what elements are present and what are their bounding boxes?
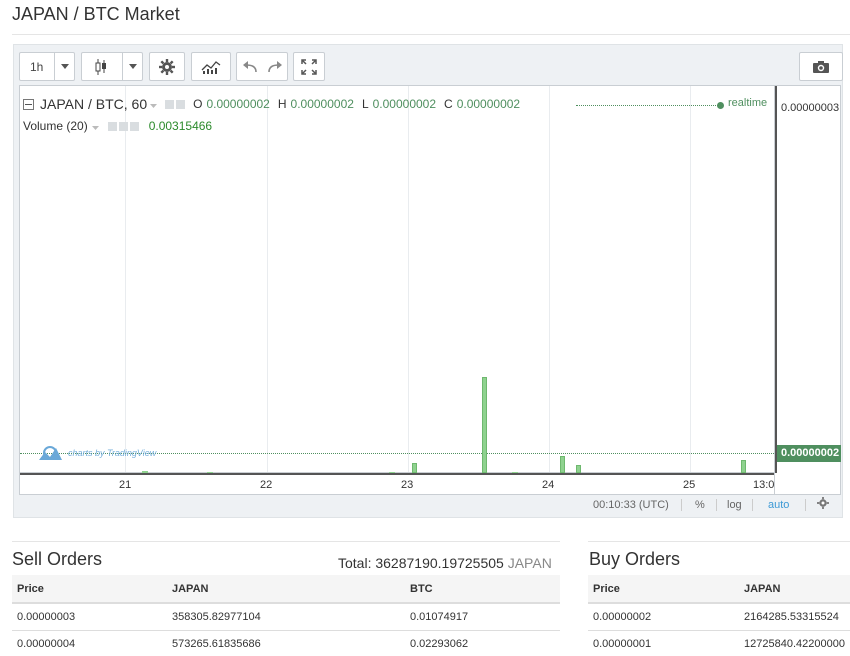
- time-tick-label: 23: [401, 479, 414, 491]
- fullscreen-icon: [301, 58, 317, 75]
- volume-bar: [741, 460, 746, 473]
- sell-orders-title: Sell Orders: [12, 549, 103, 569]
- column-header: Price: [588, 575, 739, 604]
- divider: [12, 34, 850, 35]
- sell-orders-table: Price JAPAN BTC 0.00000003 358305.829771…: [12, 575, 560, 656]
- interval-selector[interactable]: 1h: [19, 52, 75, 81]
- price-cell: 0.00000004: [12, 630, 167, 656]
- table-row[interactable]: 0.00000002 2164285.53315524: [588, 603, 850, 631]
- table-header-row: Price JAPAN: [588, 575, 850, 604]
- time-axis[interactable]: 21 22 23 24 25 13:0: [19, 473, 775, 495]
- price-cell: 0.00000003: [12, 603, 167, 631]
- percent-toggle[interactable]: %: [695, 499, 705, 511]
- redo-icon[interactable]: [267, 60, 283, 73]
- snapshot-button[interactable]: [799, 52, 843, 81]
- volume-bar: [576, 465, 581, 473]
- clock-label: 00:10:33 (UTC): [593, 499, 669, 511]
- table-row[interactable]: 0.00000004 573265.61835686 0.02293062: [12, 630, 560, 656]
- sell-total-value: Total: 36287190.19725505: [338, 555, 504, 571]
- price-cell: 0.00000001: [588, 630, 739, 656]
- fullscreen-button[interactable]: [293, 52, 325, 81]
- indicators-button[interactable]: [191, 52, 231, 81]
- volume-bar: [412, 463, 417, 473]
- column-header: JAPAN: [167, 575, 405, 604]
- table-header-row: Price JAPAN BTC: [12, 575, 560, 604]
- time-tick-label: 25: [683, 479, 696, 491]
- amount-cell: 358305.82977104: [167, 603, 405, 631]
- price-axis-line: [775, 86, 777, 473]
- btc-cell: 0.02293062: [405, 630, 560, 656]
- btc-cell: 0.01074917: [405, 603, 560, 631]
- sell-total-unit: JAPAN: [507, 555, 552, 571]
- volume-bars: [20, 86, 774, 473]
- amount-cell: 573265.61835686: [167, 630, 405, 656]
- buy-orders-table: Price JAPAN 0.00000002 2164285.53315524 …: [588, 575, 850, 656]
- auto-toggle[interactable]: auto: [768, 499, 789, 511]
- time-tick-label: 22: [260, 479, 273, 491]
- gear-icon[interactable]: [817, 497, 829, 512]
- last-price-badge: 0.00000002: [777, 445, 841, 462]
- amount-cell: 12725840.42200000: [739, 630, 850, 656]
- chart-widget: 1h JAPAN / BTC, 60 O 0.00000002 H 0.0000…: [13, 44, 843, 518]
- time-tick-label: 13:0: [753, 479, 775, 491]
- interval-label: 1h: [30, 59, 44, 74]
- chevron-down-icon: [122, 53, 143, 80]
- log-toggle[interactable]: log: [727, 499, 742, 511]
- buy-orders-title: Buy Orders: [589, 549, 681, 569]
- table-row[interactable]: 0.00000001 12725840.42200000: [588, 630, 850, 656]
- settings-button[interactable]: [149, 52, 185, 81]
- column-header: JAPAN: [739, 575, 850, 604]
- divider: [12, 541, 560, 542]
- price-axis[interactable]: 0.00000003 0.00000002: [775, 85, 841, 473]
- gear-icon: [159, 58, 175, 75]
- price-chart[interactable]: JAPAN / BTC, 60 O 0.00000002 H 0.0000000…: [19, 85, 776, 473]
- amount-cell: 2164285.53315524: [739, 603, 850, 631]
- price-cell: 0.00000002: [588, 603, 739, 631]
- column-header: Price: [12, 575, 167, 604]
- undo-redo-group: [236, 52, 288, 81]
- time-axis-line: [20, 473, 774, 475]
- undo-icon[interactable]: [242, 60, 258, 73]
- table-row[interactable]: 0.00000003 358305.82977104 0.01074917: [12, 603, 560, 631]
- indicators-icon: [201, 60, 221, 74]
- camera-icon: [812, 60, 830, 74]
- candles-icon: [94, 58, 108, 76]
- time-tick-label: 21: [119, 479, 132, 491]
- chart-status-bar: 00:10:33 (UTC) % log auto: [19, 495, 841, 515]
- axis-corner: [775, 473, 841, 495]
- last-price-label: 0.00000002: [781, 447, 840, 459]
- price-axis-tick-label: 0.00000003: [781, 102, 840, 114]
- chart-type-selector[interactable]: [81, 52, 143, 81]
- page-title: JAPAN / BTC Market: [12, 4, 180, 24]
- column-header: BTC: [405, 575, 560, 604]
- divider: [588, 541, 850, 542]
- volume-bar: [482, 377, 487, 473]
- time-tick-label: 24: [542, 479, 555, 491]
- chevron-down-icon: [54, 53, 75, 80]
- sell-orders-total: Total: 36287190.19725505 JAPAN: [338, 555, 552, 571]
- volume-bar: [560, 456, 565, 473]
